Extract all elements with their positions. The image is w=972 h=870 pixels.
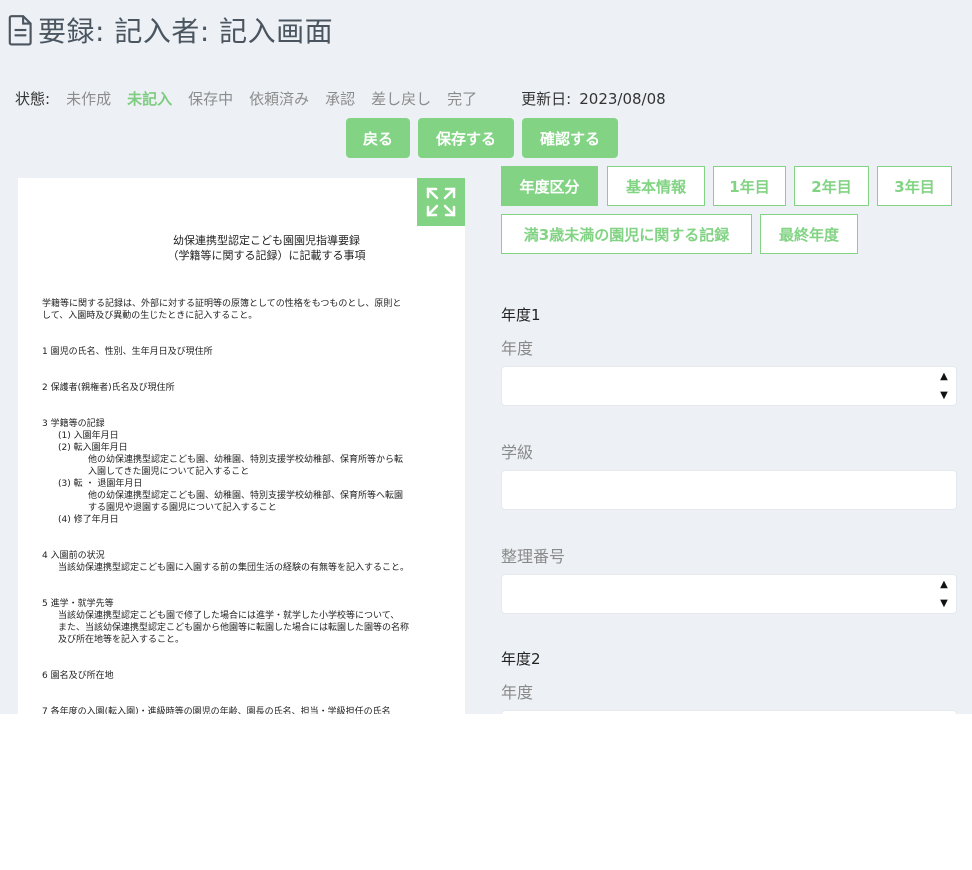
doc-line: また、当該幼保連携型認定こども園から他園等に転園した場合には転園した園等の名称 — [58, 623, 410, 633]
document-title-line1: 幼保連携型認定こども園園児指導要録 — [173, 234, 360, 247]
tab-under-3-record[interactable]: 満3歳未満の園児に関する記録 — [501, 214, 752, 254]
tab-final-year[interactable]: 最終年度 — [760, 214, 858, 254]
doc-line: 当該幼保連携型認定こども園に入園する前の集団生活の経験の有無等を記入すること。 — [58, 563, 410, 573]
section-title-year1: 年度1 — [501, 306, 541, 324]
class-label: 学級 — [501, 443, 534, 462]
doc-line: (2) 転入園年月日 — [58, 443, 128, 453]
tab-year-division[interactable]: 年度区分 — [501, 166, 598, 206]
number-label: 整理番号 — [501, 547, 566, 566]
number-input[interactable]: ▲ ▼ — [501, 574, 957, 614]
back-button[interactable]: 戻る — [346, 118, 410, 158]
number-stepper[interactable]: ▲ ▼ — [932, 575, 956, 613]
tab-year-3[interactable]: 3年目 — [877, 166, 952, 206]
caret-down-icon[interactable]: ▼ — [932, 386, 956, 405]
confirm-button[interactable]: 確認する — [522, 118, 618, 158]
caret-up-icon[interactable]: ▲ — [932, 367, 956, 386]
page-header: 要録: 記入者: 記入画面 — [8, 10, 333, 50]
status-item-approved: 承認 — [325, 90, 356, 108]
status-item-requested: 依頼済み — [249, 90, 310, 108]
doc-line: 及び所在地等を記入すること。 — [58, 635, 185, 645]
year-label: 年度 — [501, 339, 534, 358]
updated-label: 更新日: — [521, 90, 572, 108]
doc-line: して、入園時及び異動の生じたときに記入すること。 — [42, 311, 258, 321]
doc-line: 2 保護者(親権者)氏名及び現住所 — [42, 383, 175, 393]
action-buttons: 戻る 保存する 確認する — [346, 118, 618, 158]
file-text-icon — [8, 15, 32, 46]
doc-line: 学籍等に関する記録は、外部に対する証明等の原簿としての性格をもつものとし、原則と — [42, 299, 402, 309]
document-title: 幼保連携型認定こども園園児指導要録 （学籍等に関する記録）に記載する事項 — [18, 233, 465, 263]
updated-date: 2023/08/08 — [579, 90, 666, 108]
tab-year-1[interactable]: 1年目 — [713, 166, 786, 206]
section-title-year2: 年度2 — [501, 650, 541, 668]
doc-line: 7 各年度の入園(転入園)・進級時等の園児の年齢、園長の氏名、担当・学級担任の氏… — [42, 707, 391, 714]
doc-line: 1 園児の氏名、性別、生年月日及び現住所 — [42, 347, 213, 357]
year-stepper[interactable]: ▲ ▼ — [932, 367, 956, 405]
doc-line: 他の幼保連携型認定こども園、幼稚園、特別支援学校幼稚部、保育所等から転 — [88, 455, 404, 465]
updated-info: 更新日: 2023/08/08 — [521, 88, 666, 109]
save-button[interactable]: 保存する — [418, 118, 514, 158]
status-item-returned: 差し戻し — [371, 90, 432, 108]
status-bar: 状態: 未作成 未記入 保存中 依頼済み 承認 差し戻し 完了 更新日: 2023… — [15, 88, 666, 109]
expand-button[interactable] — [417, 178, 465, 226]
doc-line: 6 園名及び所在地 — [42, 671, 114, 681]
year2-label: 年度 — [501, 683, 534, 702]
year-input[interactable]: ▲ ▼ — [501, 366, 957, 406]
document-body: 学籍等に関する記録は、外部に対する証明等の原簿としての性格をもつものとし、原則と… — [42, 298, 442, 714]
document-viewer[interactable]: 幼保連携型認定こども園園児指導要録 （学籍等に関する記録）に記載する事項 学籍等… — [18, 178, 465, 714]
doc-line: (3) 転 ・ 退園年月日 — [58, 479, 143, 489]
doc-line: 5 進学・就学先等 — [42, 599, 114, 609]
doc-line: 当該幼保連携型認定こども園で修了した場合には進学・就学した小学校等について、 — [58, 611, 400, 621]
doc-line: 4 入園前の状況 — [42, 551, 105, 561]
caret-up-icon[interactable]: ▲ — [932, 575, 956, 594]
doc-line: する園児や退園する園児について記入すること — [88, 503, 277, 513]
class-input[interactable] — [501, 470, 957, 510]
expand-icon — [426, 187, 456, 217]
doc-line: (4) 修了年月日 — [58, 515, 119, 525]
page-title: 要録: 記入者: 記入画面 — [38, 15, 334, 48]
doc-line: (1) 入園年月日 — [58, 431, 119, 441]
document-title-line2: （学籍等に関する記録）に記載する事項 — [167, 249, 366, 262]
year2-input[interactable] — [501, 710, 957, 714]
tab-year-2[interactable]: 2年目 — [794, 166, 869, 206]
status-label: 状態: — [15, 90, 51, 108]
status-item-saving: 保存中 — [188, 90, 234, 108]
doc-line: 入園してきた園児について記入すること — [88, 467, 250, 477]
caret-down-icon[interactable]: ▼ — [932, 594, 956, 613]
app-container: 要録: 記入者: 記入画面 状態: 未作成 未記入 保存中 依頼済み 承認 差し… — [0, 0, 972, 714]
status-item-not-created: 未作成 — [66, 90, 112, 108]
status-item-completed: 完了 — [447, 90, 478, 108]
status-item-unfilled: 未記入 — [127, 90, 173, 108]
doc-line: 他の幼保連携型認定こども園、幼稚園、特別支援学校幼稚部、保育所等へ転園 — [88, 491, 404, 501]
doc-line: 3 学籍等の記録 — [42, 419, 105, 429]
tab-basic-info[interactable]: 基本情報 — [607, 166, 705, 206]
